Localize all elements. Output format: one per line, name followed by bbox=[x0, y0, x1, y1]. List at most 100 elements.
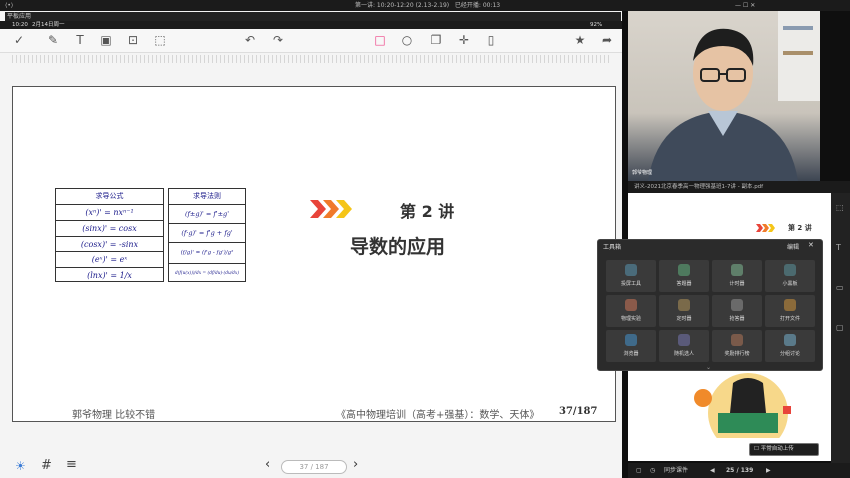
layout-icon[interactable]: ▢ bbox=[636, 463, 642, 478]
table-row: (f/g)' = (f'g - fg')/g² bbox=[169, 242, 245, 263]
random-icon bbox=[678, 334, 690, 346]
tool-label: 随机选人 bbox=[673, 351, 694, 357]
screen-icon bbox=[625, 264, 637, 276]
tool-label: 奖励排行榜 bbox=[724, 351, 750, 357]
buzzer-icon bbox=[731, 299, 743, 311]
slide-footer-left: 郭爷物理 比较不错 bbox=[72, 410, 156, 421]
next-page-icon[interactable]: › bbox=[353, 457, 358, 472]
folder-side-icon[interactable]: ▭ bbox=[836, 283, 844, 292]
sync-icon[interactable]: ◷ bbox=[650, 463, 655, 478]
table-row: (cosx)' = -sinx bbox=[56, 236, 163, 251]
tablet-status-bar: 10:20 2月14日周一 92% bbox=[0, 21, 622, 29]
system-bar: ⟨•⟩ 第一讲: 10:20-12:20 (2.13-2.19) 已经开播: 0… bbox=[0, 0, 850, 11]
image-icon[interactable]: ▣ bbox=[99, 33, 113, 47]
pdf-page-indicator: 25 / 139 bbox=[726, 467, 754, 474]
table-row: d(f(u(x)))/dx = (df/du)·(du/dx) bbox=[169, 263, 245, 282]
toolbox-title: 工具箱 bbox=[603, 244, 622, 251]
close-icon[interactable]: ✕ bbox=[808, 241, 814, 249]
shapes-icon[interactable]: ⊡ bbox=[126, 33, 140, 47]
magnet-icon bbox=[625, 299, 637, 311]
tool-screen[interactable]: 投屏工具 bbox=[606, 260, 656, 292]
chevron-down-icon[interactable]: ⌄ bbox=[706, 364, 711, 371]
annotation-toolbar: ✓ ✎ T ▣ ⊡ ⬚ ↶ ↷ □ ○ ❐ ✛ ▯ ★ ➦ bbox=[0, 29, 622, 53]
browser-icon bbox=[625, 334, 637, 346]
circle-icon[interactable]: ○ bbox=[400, 33, 414, 47]
brightness-icon[interactable]: ☀ bbox=[15, 459, 26, 473]
tool-folder[interactable]: 打开文件 bbox=[765, 295, 815, 327]
tool-label: 打开文件 bbox=[779, 316, 800, 322]
watermark: 郭爷物理 bbox=[632, 170, 653, 176]
table-header: 求导公式 bbox=[95, 192, 124, 200]
page-ruler bbox=[12, 55, 610, 63]
check-circle-icon[interactable]: ✓ bbox=[12, 33, 26, 47]
timer-icon bbox=[731, 264, 743, 276]
toolbox-edit-button[interactable]: 编辑 bbox=[787, 242, 799, 251]
table-row: (sinx)' = cosx bbox=[56, 220, 163, 236]
tool-group[interactable]: 分组讨论 bbox=[765, 330, 815, 362]
side-tool-strip: ⬚ T ▭ ▢ bbox=[831, 193, 850, 463]
tool-label: 小黑板 bbox=[782, 281, 798, 287]
tool-buzzer[interactable]: 抢答器 bbox=[712, 295, 762, 327]
battery-level: 92% bbox=[590, 22, 603, 28]
clipboard-icon[interactable]: ▯ bbox=[484, 33, 498, 47]
cursor-icon[interactable]: ⬚ bbox=[836, 203, 844, 212]
table-row: (lnx)' = 1/x bbox=[56, 267, 163, 282]
text-tool-icon[interactable]: T bbox=[836, 243, 841, 252]
tool-ranking[interactable]: 奖励排行榜 bbox=[712, 330, 762, 362]
teacher-video: 郭爷物理 bbox=[628, 11, 820, 181]
auto-upload-checkbox[interactable]: ☐ 平常自动上传 bbox=[749, 443, 819, 456]
sync-courseware-label: 同步课件 bbox=[664, 467, 689, 474]
prev-page-icon[interactable]: ‹ bbox=[265, 457, 270, 472]
tool-label: 答题器 bbox=[676, 281, 692, 287]
tool-label: 计时器 bbox=[729, 281, 745, 287]
tool-magnet[interactable]: 物理实验 bbox=[606, 295, 656, 327]
cartoon-illustration bbox=[694, 373, 791, 438]
redo-icon[interactable]: ↷ bbox=[271, 33, 285, 47]
slide-footer-right: 《高中物理培训（高考+强基）：数学、天体》 bbox=[336, 410, 540, 421]
pdf-bottom-bar: ▢ ◷ 同步课件 ◀ 25 / 139 ▶ bbox=[628, 463, 850, 478]
tool-hourglass[interactable]: 定时器 bbox=[659, 295, 709, 327]
tool-answer[interactable]: 答题器 bbox=[659, 260, 709, 292]
checkbox-icon: ☐ bbox=[754, 446, 759, 452]
text-icon[interactable]: T bbox=[73, 33, 87, 47]
star-icon[interactable]: ★ bbox=[573, 33, 587, 47]
chat-icon[interactable]: ▢ bbox=[836, 323, 844, 332]
status-time: 10:20 bbox=[12, 22, 28, 28]
table-header: 求导法则 bbox=[193, 192, 221, 200]
select-icon[interactable]: ⬚ bbox=[153, 33, 167, 47]
tool-board[interactable]: 小黑板 bbox=[765, 260, 815, 292]
table-row: (eˣ)' = eˣ bbox=[56, 251, 163, 267]
app-logo-icon: ⟨•⟩ bbox=[5, 2, 14, 9]
course-info: 第一讲: 10:20-12:20 (2.13-2.19) 已经开播: 00:13 bbox=[355, 2, 501, 9]
window-controls[interactable]: — ☐ ✕ bbox=[735, 0, 755, 11]
share-icon[interactable]: ➦ bbox=[600, 33, 614, 47]
slide-page-number: 37/187 bbox=[559, 406, 598, 417]
teacher-avatar bbox=[648, 11, 820, 181]
chevron-arrows-icon bbox=[310, 200, 352, 218]
copy-icon[interactable]: ❐ bbox=[429, 33, 443, 47]
grid-icon[interactable]: # bbox=[41, 458, 52, 473]
tool-label: 投屏工具 bbox=[620, 281, 641, 287]
next-pdf-page-icon[interactable]: ▶ bbox=[766, 463, 771, 478]
slide-page[interactable]: 求导公式 (xⁿ)' = nxⁿ⁻¹ (sinx)' = cosx (cosx)… bbox=[12, 86, 616, 422]
tool-browser[interactable]: 浏览器 bbox=[606, 330, 656, 362]
tool-timer[interactable]: 计时器 bbox=[712, 260, 762, 292]
prev-pdf-page-icon[interactable]: ◀ bbox=[710, 463, 715, 478]
undo-icon[interactable]: ↶ bbox=[243, 33, 257, 47]
menu-icon[interactable]: ≡ bbox=[66, 457, 77, 472]
lecture-title: 第 2 讲 bbox=[400, 202, 455, 221]
table-row: (xⁿ)' = nxⁿ⁻¹ bbox=[56, 204, 163, 220]
rectangle-icon[interactable]: □ bbox=[373, 33, 387, 47]
pdf-title: 讲义-2021北京春季高一物理强基班1-7讲 - 副本.pdf bbox=[634, 184, 764, 190]
eraser-icon[interactable]: ✎ bbox=[46, 33, 60, 47]
page-indicator[interactable]: 37 / 187 bbox=[281, 460, 347, 474]
derivative-rules-table: 求导法则 (f±g)' = f'±g' (f·g)' = f'g + fg' (… bbox=[168, 188, 246, 282]
tool-label: 物理实验 bbox=[620, 316, 641, 322]
elapsed-time: 已经开播: 00:13 bbox=[454, 2, 501, 9]
toolbox-popup: 工具箱 编辑 ✕ 投屏工具 答题器 计时器 小黑板物理实验 定时器 抢答器 打开文件浏览器 随… bbox=[597, 239, 823, 371]
table-row: (f±g)' = f'±g' bbox=[169, 204, 245, 223]
tool-label: 浏览器 bbox=[623, 351, 639, 357]
move-icon[interactable]: ✛ bbox=[457, 33, 471, 47]
tool-random[interactable]: 随机选人 bbox=[659, 330, 709, 362]
pdf-page-title: 第 2 讲 bbox=[788, 224, 812, 232]
